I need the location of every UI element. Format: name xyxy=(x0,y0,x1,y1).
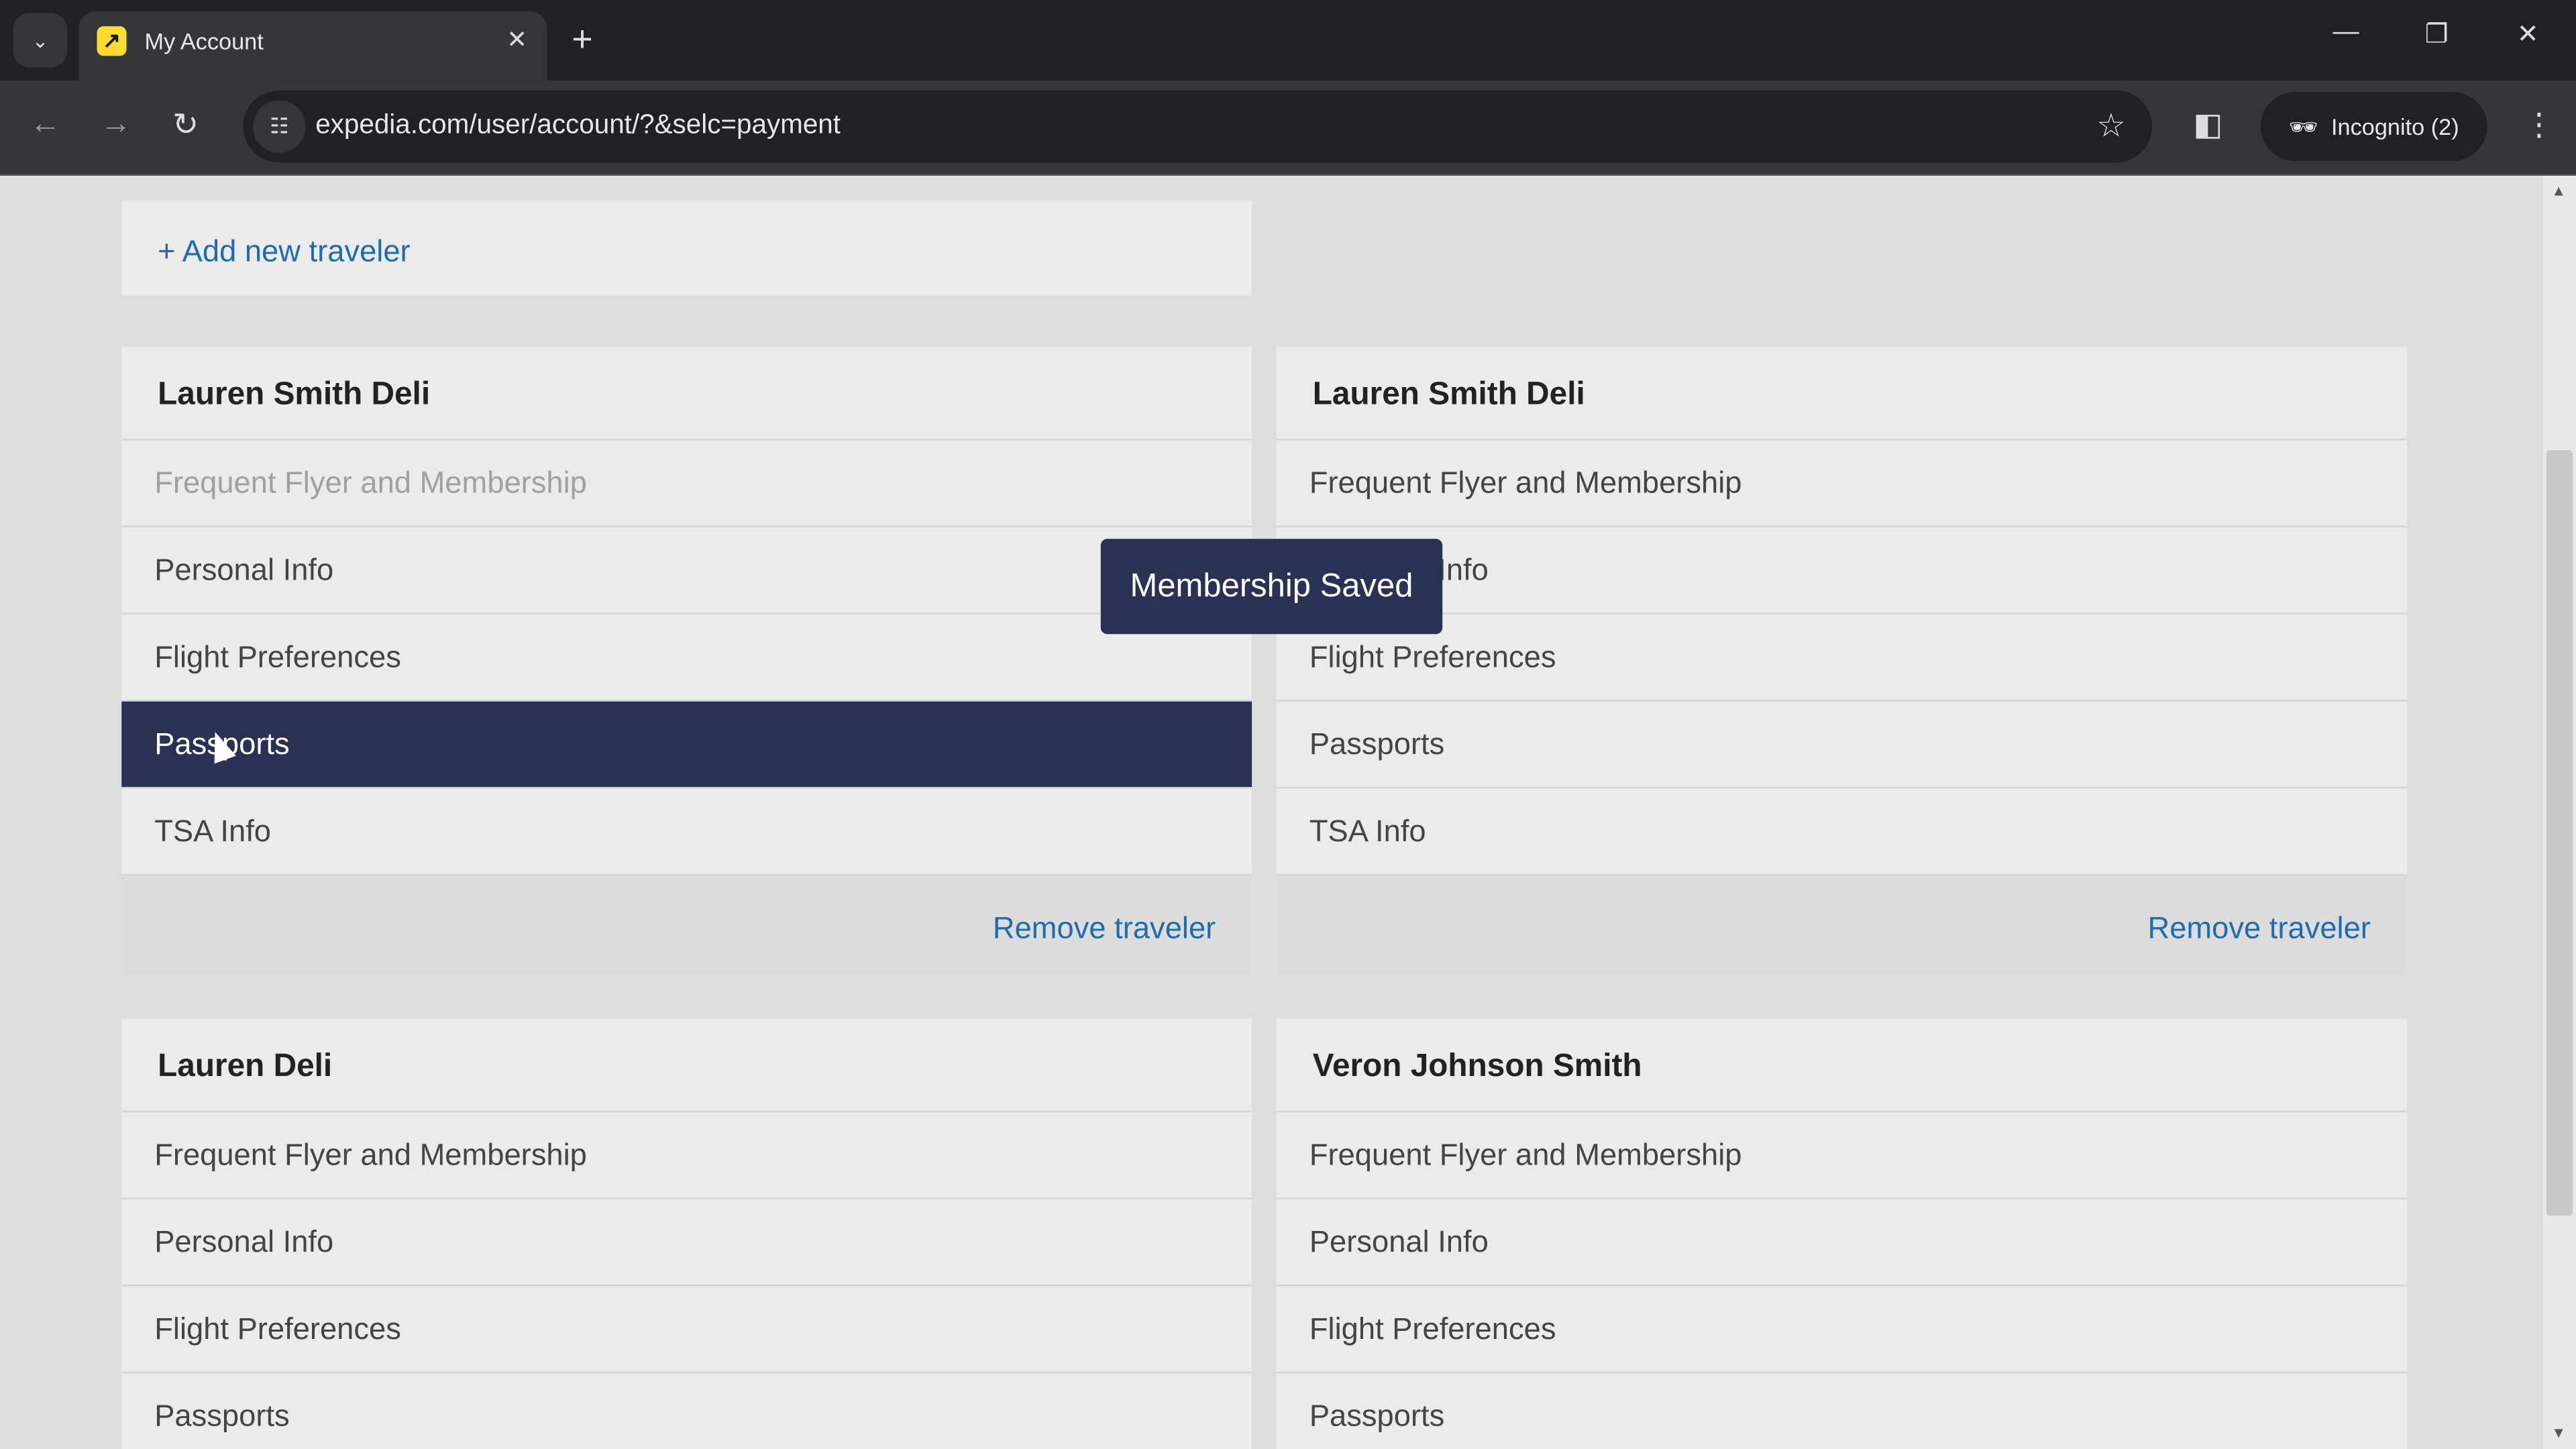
scroll-up-icon[interactable]: ▲ xyxy=(2551,182,2566,199)
traveler-card: Veron Johnson Smith Frequent Flyer and Me… xyxy=(1276,1018,2407,1449)
traveler-menu-item[interactable]: TSA Info xyxy=(1276,789,2407,876)
traveler-card: Lauren Deli Frequent Flyer and Membership… xyxy=(121,1018,1252,1449)
traveler-menu-item-label: Frequent Flyer and Membership xyxy=(154,465,587,500)
expedia-favicon-icon: ↗ xyxy=(97,26,127,56)
traveler-menu-item[interactable]: TSA Info xyxy=(121,789,1252,876)
traveler-card-header: Lauren Smith Deli xyxy=(1276,347,2407,441)
traveler-card: Lauren Smith Deli Frequent Flyer and Memb… xyxy=(121,346,1252,975)
traveler-menu-item-label: Passports xyxy=(1309,1398,1445,1433)
restore-icon[interactable]: ❐ xyxy=(2425,18,2449,51)
remove-traveler-link[interactable]: Remove traveler xyxy=(2148,910,2371,947)
scroll-down-icon[interactable]: ▼ xyxy=(2551,1424,2566,1440)
traveler-menu-item[interactable]: Frequent Flyer and Membership xyxy=(1276,1112,2407,1199)
tab-title: My Account xyxy=(144,28,264,54)
traveler-menu-item-label: Passports xyxy=(154,1398,290,1433)
traveler-menu-item-label: Frequent Flyer and Membership xyxy=(154,1136,587,1172)
scrollbar-thumb[interactable] xyxy=(2546,450,2573,1216)
traveler-menu-item[interactable]: Frequent Flyer and Membership xyxy=(121,440,1252,528)
traveler-menu-item-label: TSA Info xyxy=(1309,813,1426,848)
reload-icon[interactable]: ↻ xyxy=(172,107,199,144)
scrollbar[interactable]: ▲ ▼ xyxy=(2543,176,2576,1449)
traveler-menu-item[interactable]: Personal Info xyxy=(121,527,1252,614)
incognito-icon: 🕶 xyxy=(2288,112,2318,139)
incognito-button[interactable]: 🕶 Incognito (2) xyxy=(2260,92,2487,162)
traveler-menu-item-label: Personal Info xyxy=(1309,1224,1489,1258)
back-icon[interactable]: ← xyxy=(30,107,61,143)
traveler-card-header: Lauren Smith Deli xyxy=(121,347,1252,441)
incognito-label: Incognito (2) xyxy=(2331,113,2459,140)
minimize-icon[interactable]: — xyxy=(2333,18,2359,48)
page-content: + Add new traveler Lauren Smith Deli Freq… xyxy=(0,176,2544,1449)
traveler-menu-item-label: Personal Info xyxy=(154,1224,334,1258)
add-traveler-card: + Add new traveler xyxy=(121,200,1252,296)
traveler-menu-item[interactable]: Passports xyxy=(1277,1373,2407,1449)
traveler-menu-item[interactable]: Frequent Flyer and Membership xyxy=(121,1112,1252,1199)
traveler-menu-item-label: Passports xyxy=(1309,726,1445,761)
traveler-card-header: Lauren Deli xyxy=(121,1018,1252,1112)
traveler-menu-item-label: Flight Preferences xyxy=(154,1311,401,1346)
traveler-menu-item[interactable]: Flight Preferences xyxy=(1276,614,2407,702)
traveler-name: Veron Johnson Smith xyxy=(1312,1048,1642,1085)
address-bar[interactable]: ☷ expedia.com/user/account/?&selc=paymen… xyxy=(243,90,2153,163)
traveler-menu-item-label: Flight Preferences xyxy=(1309,1311,1556,1346)
new-tab-button[interactable]: + xyxy=(572,18,592,61)
bookmark-star-icon[interactable]: ☆ xyxy=(2096,105,2126,146)
traveler-menu-item[interactable]: Passports xyxy=(121,1373,1252,1449)
traveler-menu-item[interactable]: Flight Preferences xyxy=(121,614,1252,702)
traveler-menu-item-label: Personal Info xyxy=(154,551,334,587)
menu-kebab-icon[interactable]: ⋮ xyxy=(2524,107,2555,144)
add-new-traveler-link[interactable]: + Add new traveler xyxy=(158,233,411,270)
membership-saved-toast: Membership Saved xyxy=(1100,539,1443,635)
close-window-icon[interactable]: ✕ xyxy=(2517,18,2539,51)
traveler-name: Lauren Deli xyxy=(158,1048,333,1085)
traveler-name: Lauren Smith Deli xyxy=(1312,376,1585,413)
traveler-card-header: Veron Johnson Smith xyxy=(1276,1018,2407,1112)
traveler-card: Lauren Smith Deli Frequent Flyer and Memb… xyxy=(1276,346,2407,975)
traveler-menu-item-label: Frequent Flyer and Membership xyxy=(1309,465,1742,500)
side-panel-icon[interactable]: ◧ xyxy=(2193,107,2222,144)
browser-window: ⌄ ↗ My Account ✕ + — ❐ ✕ ← → ↻ ☷ expedia… xyxy=(0,0,2576,1449)
traveler-menu-item[interactable]: Personal Info xyxy=(1276,527,2407,614)
traveler-name: Lauren Smith Deli xyxy=(158,376,431,413)
browser-toolbar: ← → ↻ ☷ expedia.com/user/account/?&selc=… xyxy=(0,80,2576,176)
site-info-icon[interactable]: ☷ xyxy=(253,100,306,153)
remove-traveler-link[interactable]: Remove traveler xyxy=(993,910,1216,947)
traveler-menu-item[interactable]: Flight Preferences xyxy=(121,1287,1252,1374)
url-text[interactable]: expedia.com/user/account/?&selc=payment xyxy=(315,110,841,142)
traveler-menu-item-label: TSA Info xyxy=(154,813,272,848)
traveler-menu-item[interactable]: Personal Info xyxy=(121,1199,1252,1287)
traveler-card-footer: Remove traveler xyxy=(1276,875,2407,975)
close-tab-icon[interactable]: ✕ xyxy=(506,25,527,54)
tab-bar: ⌄ ↗ My Account ✕ + — ❐ ✕ xyxy=(0,0,2576,81)
traveler-menu-item[interactable]: Frequent Flyer and Membership xyxy=(1276,440,2407,528)
traveler-menu-item-label: Flight Preferences xyxy=(154,639,401,674)
traveler-card-footer: Remove traveler xyxy=(121,875,1252,975)
traveler-menu-item[interactable]: Passports xyxy=(1276,702,2407,789)
traveler-menu-item[interactable]: Passports xyxy=(121,701,1252,789)
tab-my-account[interactable]: ↗ My Account ✕ xyxy=(78,11,547,81)
traveler-menu-item[interactable]: Personal Info xyxy=(1276,1199,2407,1287)
traveler-menu-item[interactable]: Flight Preferences xyxy=(1276,1287,2407,1374)
traveler-menu-item-label: Frequent Flyer and Membership xyxy=(1309,1136,1742,1172)
traveler-menu-item-label: Flight Preferences xyxy=(1309,639,1556,674)
forward-icon[interactable]: → xyxy=(100,107,131,143)
tab-search-button[interactable]: ⌄ xyxy=(13,13,68,68)
